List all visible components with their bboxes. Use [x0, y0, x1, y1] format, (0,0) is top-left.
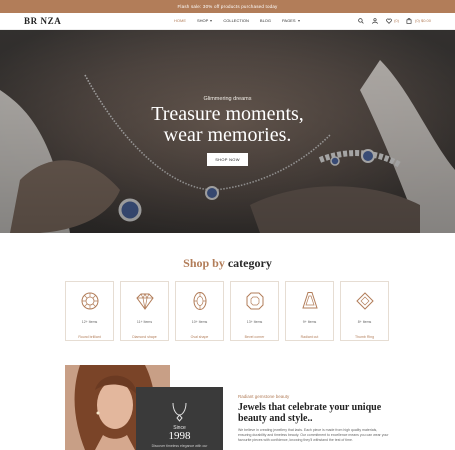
radiant-gem-icon: [302, 292, 318, 309]
nav-label-collection: COLLECTION: [223, 18, 249, 23]
category-count: 10+ Items: [191, 320, 208, 324]
search-icon[interactable]: [357, 17, 364, 24]
kite-gem-icon: [356, 292, 374, 310]
nav-label-home: HOME: [174, 18, 186, 23]
heart-icon[interactable]: [385, 17, 392, 24]
category-name[interactable]: Radiant cut: [286, 335, 333, 339]
oval-gem-icon: [193, 292, 207, 310]
category-count: 12+ Items: [81, 320, 98, 324]
user-icon[interactable]: [371, 17, 378, 24]
category-name[interactable]: Thumb Ring: [341, 335, 388, 339]
nav-item-home[interactable]: HOME: [174, 18, 186, 23]
header-actions: (0) (0) $0.00: [357, 17, 431, 24]
nav-label-pages: PAGES: [282, 18, 296, 23]
about-description: We believe in creating jewellery that la…: [238, 428, 389, 442]
category-card-bevel-corner[interactable]: 13+ Items Bevel corner: [230, 281, 279, 341]
category-title-rest: category: [227, 256, 272, 270]
octagon-gem-icon: [246, 292, 264, 310]
category-section-title: Shop by category: [0, 256, 455, 271]
nav-item-shop[interactable]: SHOP: [197, 18, 213, 23]
shop-now-button[interactable]: SHOP NOW: [207, 153, 248, 166]
wishlist-count[interactable]: (0): [394, 18, 399, 23]
category-list: 12+ Items Round brilliant 11+ Items Diam…: [65, 281, 389, 341]
diamond-icon: [136, 293, 154, 310]
logo[interactable]: BR NZA: [24, 16, 61, 26]
about-kicker: Radiant gemstone beauty: [238, 394, 290, 399]
badge-subtitle: Discover timeless elegance with our: [151, 444, 208, 448]
category-name[interactable]: Diamond shape: [121, 335, 168, 339]
necklace-icon: [172, 402, 187, 422]
about-title: Jewels that celebrate your unique beauty…: [238, 402, 382, 424]
cart-icon[interactable]: [406, 17, 413, 24]
promo-bar: Flash sale: 30% off products purchased t…: [0, 0, 455, 13]
chevron-down-icon: [210, 19, 213, 22]
round-gem-icon: [81, 292, 99, 310]
category-count: 8+ Items: [357, 320, 372, 324]
category-card-oval-shape[interactable]: 10+ Items Oval shape: [175, 281, 224, 341]
badge-year: 1998: [168, 430, 191, 442]
nav-item-blog[interactable]: BLOG: [260, 18, 271, 23]
hero-banner: Glimmering dreams Treasure moments, wear…: [0, 30, 455, 233]
since-badge: Since 1998 Discover timeless elegance wi…: [136, 387, 223, 450]
category-card-diamond-shape[interactable]: 11+ Items Diamond shape: [120, 281, 169, 341]
category-card-round-brilliant[interactable]: 12+ Items Round brilliant: [65, 281, 114, 341]
hero-title: Treasure moments, wear memories.: [120, 104, 335, 146]
hero-title-line2: wear memories.: [163, 124, 292, 146]
category-count: 11+ Items: [136, 320, 153, 324]
nav-label-blog: BLOG: [259, 18, 272, 23]
category-name[interactable]: Bevel corner: [231, 335, 278, 339]
category-name[interactable]: Round brilliant: [66, 335, 113, 339]
nav-item-collection[interactable]: COLLECTION: [223, 18, 249, 23]
category-count: 13+ Items: [246, 320, 263, 324]
nav-label-shop: SHOP: [197, 18, 209, 23]
cart-total[interactable]: (0) $0.00: [415, 18, 431, 23]
category-name[interactable]: Oval shape: [176, 335, 223, 339]
category-card-radiant-cut[interactable]: 9+ Items Radiant cut: [285, 281, 334, 341]
menu: HOME SHOP COLLECTION BLOG PAGES: [174, 18, 311, 23]
category-card-thumb-ring[interactable]: 8+ Items Thumb Ring: [340, 281, 389, 341]
category-title-accent: Shop by: [183, 256, 225, 270]
hero-title-line1: Treasure moments,: [151, 103, 304, 125]
main-navigation: BR NZA HOME SHOP COLLECTION BLOG PAGES (…: [0, 13, 455, 30]
category-count: 9+ Items: [302, 320, 317, 324]
hero-kicker: Glimmering dreams: [203, 96, 252, 102]
chevron-down-icon: [297, 19, 300, 22]
promo-text: Flash sale: 30% off products purchased t…: [177, 4, 278, 9]
nav-item-pages[interactable]: PAGES: [282, 18, 300, 23]
